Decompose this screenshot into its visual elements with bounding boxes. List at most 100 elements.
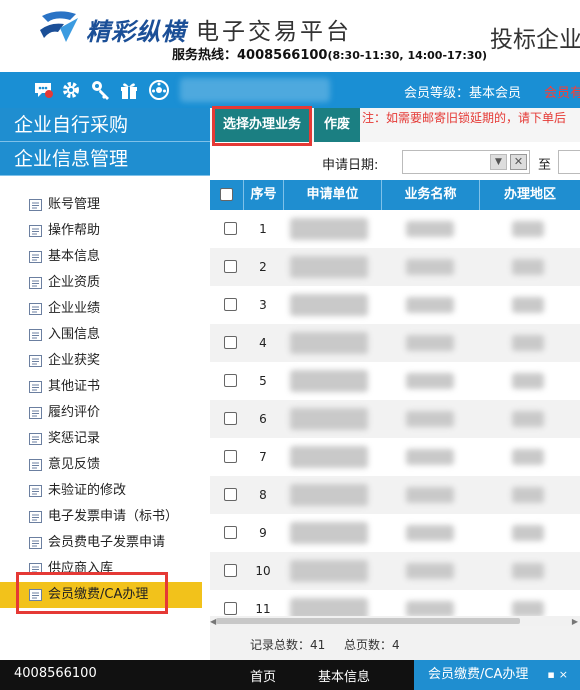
gear-icon[interactable] — [60, 79, 82, 101]
sidebar-item[interactable]: 企业获奖 — [0, 348, 210, 374]
row-checkbox[interactable] — [224, 412, 237, 425]
table-row[interactable]: 1 — [210, 210, 580, 248]
gift-icon[interactable] — [118, 79, 140, 101]
brand-subtitle: 电子交易平台 — [196, 19, 352, 45]
document-icon — [29, 225, 42, 237]
dashboard-icon[interactable] — [148, 79, 170, 101]
sidebar-item[interactable]: 电子发票申请（标书） — [0, 504, 210, 530]
redacted-business-cell — [406, 411, 454, 427]
sidebar-section-info-management[interactable]: 企业信息管理 — [0, 142, 210, 176]
row-checkbox[interactable] — [224, 488, 237, 501]
document-icon — [29, 277, 42, 289]
pagination-bar: 记录总数：41 总页数：4 — [210, 626, 580, 660]
sidebar-item[interactable]: 入围信息 — [0, 322, 210, 348]
row-checkbox[interactable] — [224, 336, 237, 349]
select-all-checkbox[interactable] — [220, 188, 233, 201]
sidebar-item[interactable]: 基本信息 — [0, 244, 210, 270]
scroll-right-icon[interactable]: ▶ — [572, 617, 578, 626]
table-row[interactable]: 6 — [210, 400, 580, 438]
table-row[interactable]: 7 — [210, 438, 580, 476]
sidebar-item[interactable]: 未验证的修改 — [0, 478, 210, 504]
highlight-box-tab — [212, 106, 312, 146]
hotline-hours: (8:30-11:30, 14:00-17:30) — [327, 49, 488, 62]
row-checkbox[interactable] — [224, 298, 237, 311]
clear-icon[interactable]: ✕ — [510, 154, 527, 170]
table-row[interactable]: 4 — [210, 324, 580, 362]
sidebar-item[interactable]: 意见反馈 — [0, 452, 210, 478]
row-checkbox[interactable] — [224, 526, 237, 539]
redacted-user-info — [180, 78, 330, 102]
main-panel: 选择办理业务 作废 注：如需要邮寄旧锁延期的，请下单后 申请日期: ▼ ✕ 至 … — [210, 106, 580, 660]
document-icon — [29, 199, 42, 211]
member-notice[interactable]: 会员有 — [544, 82, 580, 101]
sidebar-item-label: 会员费电子发票申请 — [48, 535, 166, 550]
portal-title: 投标企业 — [490, 27, 580, 53]
redacted-applicant-cell — [290, 256, 368, 278]
column-header-region[interactable]: 办理地区 — [480, 180, 580, 210]
select-all-checkbox-cell — [210, 180, 244, 210]
sidebar-item[interactable]: 账号管理 — [0, 192, 210, 218]
sidebar-item[interactable]: 会员费电子发票申请 — [0, 530, 210, 556]
redacted-region-cell — [512, 563, 544, 579]
table-row[interactable]: 9 — [210, 514, 580, 552]
chevron-down-icon[interactable]: ▼ — [490, 154, 507, 170]
hotline-label: 服务热线：4008566100 — [172, 48, 328, 63]
bottom-taskbar: 4008566100 首页 基本信息 会员缴费/CA办理 ▪× — [0, 660, 580, 690]
key-icon[interactable] — [90, 79, 112, 101]
redacted-region-cell — [512, 601, 544, 617]
row-checkbox[interactable] — [224, 564, 237, 577]
apply-date-start-input[interactable]: ▼ ✕ — [402, 150, 530, 174]
total-records: 记录总数：41 — [250, 638, 326, 652]
redacted-region-cell — [512, 487, 544, 503]
taskbar-link-home[interactable]: 首页 — [250, 666, 276, 685]
table-row[interactable]: 8 — [210, 476, 580, 514]
redacted-region-cell — [512, 335, 544, 351]
action-tabs: 选择办理业务 作废 注：如需要邮寄旧锁延期的，请下单后 — [210, 106, 580, 146]
site-header: 精彩纵横 电子交易平台 服务热线：4008566100(8:30-11:30, … — [0, 0, 580, 72]
redacted-business-cell — [406, 487, 454, 503]
row-checkbox[interactable] — [224, 374, 237, 387]
row-checkbox[interactable] — [224, 602, 237, 615]
redacted-region-cell — [512, 221, 544, 237]
row-checkbox[interactable] — [224, 260, 237, 273]
taskbar-current-tab[interactable]: 会员缴费/CA办理 ▪× — [414, 660, 580, 690]
redacted-business-cell — [406, 563, 454, 579]
column-header-business[interactable]: 业务名称 — [382, 180, 480, 210]
table-row[interactable]: 10 — [210, 552, 580, 590]
sidebar-item[interactable]: 企业业绩 — [0, 296, 210, 322]
sidebar-section-procurement[interactable]: 企业自行采购 — [0, 108, 210, 142]
column-header-applicant[interactable]: 申请单位 — [284, 180, 382, 210]
sidebar-item[interactable]: 操作帮助 — [0, 218, 210, 244]
column-header-no[interactable]: 序号 — [244, 180, 284, 210]
row-checkbox[interactable] — [224, 450, 237, 463]
row-checkbox[interactable] — [224, 222, 237, 235]
redacted-applicant-cell — [290, 560, 368, 582]
window-controls-icon[interactable]: ▪× — [547, 660, 572, 690]
sidebar-item[interactable]: 企业资质 — [0, 270, 210, 296]
redacted-business-cell — [406, 259, 454, 275]
void-button[interactable]: 作废 — [314, 108, 360, 142]
sidebar-item[interactable]: 履约评价 — [0, 400, 210, 426]
scrollbar-thumb[interactable] — [216, 618, 520, 624]
document-icon — [29, 303, 42, 315]
document-icon — [29, 381, 42, 393]
apply-date-end-input[interactable] — [558, 150, 580, 174]
redacted-business-cell — [406, 373, 454, 389]
table-row[interactable]: 11 — [210, 590, 580, 618]
table-row[interactable]: 2 — [210, 248, 580, 286]
taskbar-link-basic-info[interactable]: 基本信息 — [318, 666, 370, 685]
redacted-region-cell — [512, 373, 544, 389]
row-number: 4 — [259, 336, 267, 350]
sidebar-item[interactable]: 奖惩记录 — [0, 426, 210, 452]
row-number: 7 — [259, 450, 267, 464]
redacted-region-cell — [512, 449, 544, 465]
bottom-phone: 4008566100 — [14, 666, 97, 681]
message-icon[interactable] — [32, 79, 54, 101]
sidebar-item-label: 履约评价 — [48, 405, 101, 420]
table-row[interactable]: 5 — [210, 362, 580, 400]
horizontal-scrollbar[interactable]: ◀ ▶ — [210, 616, 580, 626]
redacted-applicant-cell — [290, 218, 368, 240]
sidebar-item[interactable]: 其他证书 — [0, 374, 210, 400]
table-row[interactable]: 3 — [210, 286, 580, 324]
sidebar-item-label: 企业业绩 — [48, 301, 101, 316]
